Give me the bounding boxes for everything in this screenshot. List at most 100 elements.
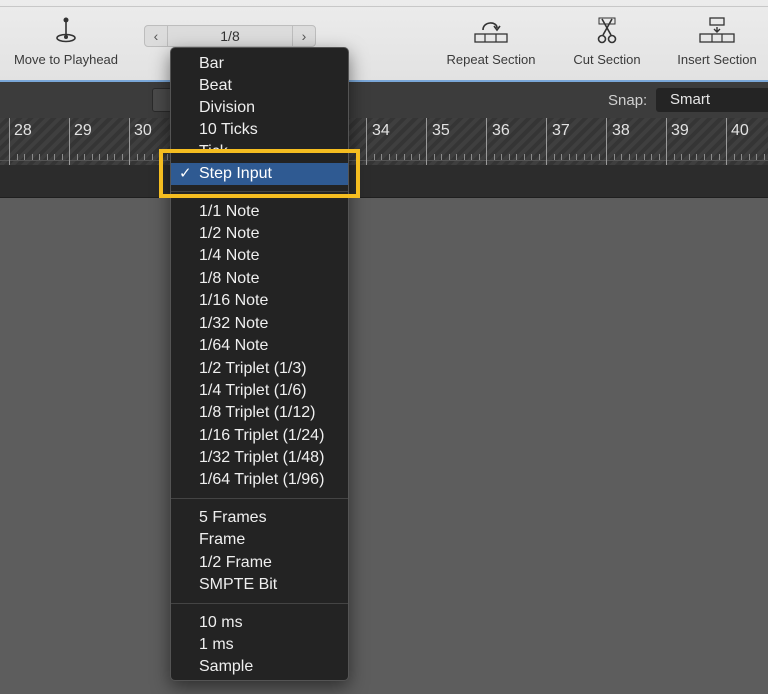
ruler-minor-tick — [418, 154, 420, 160]
ruler-major-tick — [426, 118, 427, 165]
ruler-minor-tick — [703, 154, 705, 160]
checkmark-icon: ✓ — [179, 165, 192, 182]
menu-item-step-input[interactable]: ✓ Step Input — [171, 163, 348, 185]
menu-item-triplet[interactable]: 1/2 Triplet (1/3) — [171, 358, 348, 380]
ruler-minor-tick — [561, 154, 562, 160]
ruler-minor-tick — [144, 154, 145, 160]
ruler-minor-tick — [748, 154, 750, 160]
ruler-minor-tick — [568, 154, 570, 160]
ruler-minor-tick — [159, 154, 160, 160]
ruler-minor-tick — [711, 154, 712, 160]
division-menu: Bar Beat Division 10 Ticks Tick ✓ Step I… — [170, 47, 349, 681]
playhead-icon — [56, 17, 76, 43]
ruler-minor-tick — [24, 154, 25, 160]
ruler-minor-tick — [106, 154, 108, 160]
workspace-area[interactable] — [0, 198, 768, 694]
menu-item-triplet[interactable]: 1/64 Triplet (1/96) — [171, 469, 348, 491]
menu-item-half-frame[interactable]: 1/2 Frame — [171, 552, 348, 574]
ruler-minor-tick — [516, 154, 517, 160]
ruler-minor-tick — [576, 154, 577, 160]
ruler-minor-tick — [388, 154, 390, 160]
ruler-minor-tick — [99, 154, 100, 160]
ruler-minor-tick — [621, 154, 622, 160]
ruler-minor-tick — [523, 154, 525, 160]
ruler-minor-tick — [16, 154, 18, 160]
ruler-minor-tick — [121, 154, 123, 160]
ruler-minor-tick — [76, 154, 78, 160]
ruler-minor-tick — [531, 154, 532, 160]
ruler-minor-tick — [696, 154, 697, 160]
scissors-icon — [597, 17, 617, 44]
ruler-bar-number: 38 — [612, 122, 630, 139]
menu-item-frame[interactable]: Frame — [171, 529, 348, 551]
menu-item-note[interactable]: 1/32 Note — [171, 313, 348, 335]
move-to-playhead-label: Move to Playhead — [13, 52, 119, 67]
menu-item-step-input-label: Step Input — [199, 165, 272, 182]
ruler-minor-tick — [39, 154, 40, 160]
ruler-minor-tick — [501, 154, 502, 160]
ruler-minor-tick — [151, 154, 153, 160]
cut-section-button[interactable]: Cut Section — [565, 16, 649, 67]
menu-item-triplet[interactable]: 1/16 Triplet (1/24) — [171, 425, 348, 447]
chevron-right-icon[interactable]: › — [292, 26, 315, 46]
menu-item-bar[interactable]: Bar — [171, 53, 348, 75]
menu-item-beat[interactable]: Beat — [171, 75, 348, 97]
ruler-minor-tick — [756, 154, 757, 160]
menu-item-triplet[interactable]: 1/32 Triplet (1/48) — [171, 447, 348, 469]
menu-item-note[interactable]: 1/1 Note — [171, 201, 348, 223]
ruler-minor-tick — [493, 154, 495, 160]
ruler-minor-tick — [741, 154, 742, 160]
menu-item-note[interactable]: 1/4 Note — [171, 245, 348, 267]
menu-item-note[interactable]: 1/16 Note — [171, 290, 348, 312]
ruler-minor-tick — [84, 154, 85, 160]
menu-item-smpte-bit[interactable]: SMPTE Bit — [171, 574, 348, 596]
repeat-section-icon — [474, 22, 508, 43]
bar-ruler[interactable]: 28 29 30 34 35 36 37 38 39 40 — [0, 118, 768, 165]
ruler-minor-tick — [54, 154, 55, 160]
ruler-minor-tick — [718, 154, 720, 160]
menu-item-frames[interactable]: 5 Frames — [171, 507, 348, 529]
ruler-minor-tick — [763, 154, 765, 160]
menu-item-10-ticks[interactable]: 10 Ticks — [171, 119, 348, 141]
ruler-minor-tick — [651, 154, 652, 160]
snap-select[interactable]: Smart — [656, 88, 768, 112]
ruler-major-tick — [69, 118, 70, 165]
menu-item-division[interactable]: Division — [171, 97, 348, 119]
menu-item-note[interactable]: 1/8 Note — [171, 268, 348, 290]
ruler-minor-tick — [403, 154, 405, 160]
ruler-minor-tick — [583, 154, 585, 160]
menu-item-tick[interactable]: Tick — [171, 141, 348, 150]
toolbar-top-divider — [0, 6, 768, 7]
ruler-minor-tick — [91, 154, 93, 160]
ruler-major-tick — [726, 118, 727, 165]
ruler-minor-tick — [636, 154, 637, 160]
division-stepper[interactable]: ‹ 1/8 › — [144, 25, 316, 47]
menu-item-note[interactable]: 1/2 Note — [171, 223, 348, 245]
menu-item-triplet[interactable]: 1/8 Triplet (1/12) — [171, 402, 348, 424]
repeat-section-button[interactable]: Repeat Section — [438, 16, 544, 67]
repeat-section-label: Repeat Section — [446, 52, 536, 67]
menu-item-sample[interactable]: Sample — [171, 656, 348, 678]
chevron-left-icon[interactable]: ‹ — [145, 26, 168, 46]
toolbar: Move to Playhead ‹ 1/8 › Repeat Section … — [0, 0, 768, 82]
ruler-minor-tick — [478, 154, 480, 160]
menu-item-10-ms[interactable]: 10 ms — [171, 612, 348, 634]
ruler-bar-number: 36 — [492, 122, 510, 139]
ruler-minor-tick — [733, 154, 735, 160]
menu-item-1-ms[interactable]: 1 ms — [171, 634, 348, 656]
ruler-minor-tick — [688, 154, 690, 160]
stepper-value: 1/8 — [220, 28, 240, 44]
track-lane[interactable] — [0, 165, 768, 198]
ruler-major-tick — [129, 118, 130, 165]
ruler-minor-tick — [456, 154, 457, 160]
insert-section-button[interactable]: Insert Section — [668, 16, 766, 67]
ruler-major-tick — [486, 118, 487, 165]
ruler-bar-number: 34 — [372, 122, 390, 139]
ruler-minor-tick — [598, 154, 600, 160]
menu-item-triplet[interactable]: 1/4 Triplet (1/6) — [171, 380, 348, 402]
move-to-playhead-button[interactable]: Move to Playhead — [7, 16, 125, 67]
ruler-minor-tick — [136, 154, 138, 160]
ruler-bar-number: 29 — [74, 122, 92, 139]
menu-item-note[interactable]: 1/64 Note — [171, 335, 348, 357]
ruler-minor-tick — [114, 154, 115, 160]
